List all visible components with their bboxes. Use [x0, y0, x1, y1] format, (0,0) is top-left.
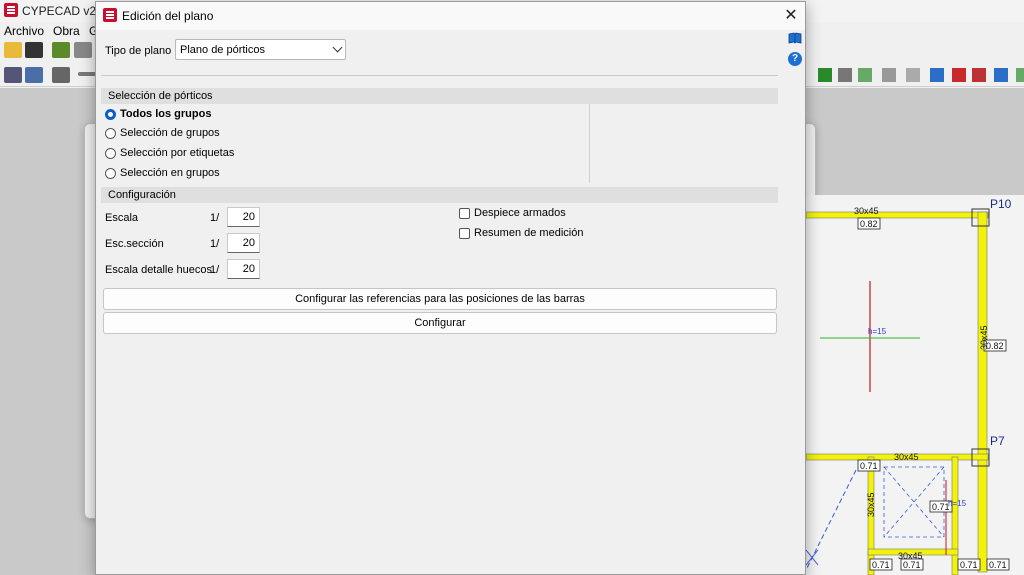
tool-icon: [838, 68, 852, 82]
close-button[interactable]: ✕: [780, 6, 802, 26]
plan-label: 30x45: [894, 452, 919, 462]
divider: [589, 104, 590, 183]
radio-label: Selección de grupos: [120, 127, 220, 139]
plan-label: 0.71: [989, 560, 1007, 570]
esc-seccion-prefix: 1/: [210, 238, 220, 250]
configuracion-heading: Configuración: [101, 187, 778, 203]
dialog-title: Edición del plano: [122, 9, 214, 23]
book-icon[interactable]: [788, 32, 802, 44]
tool-icon: [906, 68, 920, 82]
plan-label: 30x45: [866, 492, 876, 517]
plan-label: h=15: [868, 327, 887, 336]
tool-icon[interactable]: [74, 42, 92, 58]
plan-label: 30x45: [854, 206, 879, 216]
plan-drawing: P10 P7 30x45 0.82 0.82 30x45 0.71 0.71 0…: [806, 195, 1024, 575]
tool-icon: [818, 68, 832, 82]
dialog-titlebar: Edición del plano ✕: [96, 2, 805, 30]
plan-label: 0.71: [903, 560, 921, 570]
plan-label: 0.71: [960, 560, 978, 570]
save-icon[interactable]: [25, 42, 43, 58]
tipo-plano-select[interactable]: Plano de pórticos: [175, 39, 346, 60]
app-logo-icon: [103, 8, 117, 22]
escala-detalle-huecos-input[interactable]: 20: [227, 259, 260, 279]
app-menubar: Archivo Obra G: [0, 22, 100, 40]
tool-icon: [858, 68, 872, 82]
tool-icon[interactable]: [25, 67, 43, 83]
escala-prefix: 1/: [210, 212, 220, 224]
app-logo-icon: [4, 3, 18, 17]
tool-icon[interactable]: [4, 67, 22, 83]
open-folder-icon[interactable]: [4, 42, 22, 58]
plan-label: 0.82: [860, 219, 878, 229]
tool-icon: [1016, 68, 1024, 82]
checkbox[interactable]: [459, 228, 470, 239]
configurar-button[interactable]: Configurar: [103, 312, 777, 334]
edicion-plano-dialog: Edición del plano ✕ ? Tipo de plano Plan…: [95, 1, 806, 575]
tool-icon: [930, 68, 944, 82]
tool-icon: [972, 68, 986, 82]
escala-detalle-huecos-label: Escala detalle huecos: [105, 264, 213, 276]
radio-button[interactable]: [105, 128, 116, 139]
escala-detalle-huecos-prefix: 1/: [210, 264, 220, 276]
checkbox[interactable]: [459, 208, 470, 219]
esc-seccion-label: Esc.sección: [105, 238, 164, 250]
plan-label: 0.71: [872, 560, 890, 570]
tipo-plano-label: Tipo de plano: [105, 45, 172, 57]
radio-label: Todos los grupos: [120, 108, 212, 120]
right-toolbar: [818, 68, 1024, 82]
tool-icon: [882, 68, 896, 82]
radio-label: Selección en grupos: [120, 167, 220, 179]
radio-label: Selección por etiquetas: [120, 147, 235, 159]
checkbox-label: Resumen de medición: [474, 227, 584, 239]
plan-label: 30x45: [979, 325, 989, 350]
menu-archivo[interactable]: Archivo: [4, 24, 44, 38]
line-icon[interactable]: [78, 72, 96, 76]
checkbox-label: Despiece armados: [474, 207, 566, 219]
radio-button[interactable]: [105, 109, 116, 120]
configurar-referencias-button[interactable]: Configurar las referencias para las posi…: [103, 288, 777, 310]
plan-label: 0.71: [932, 502, 950, 512]
plan-label: 0.71: [860, 461, 878, 471]
tipo-plano-value: Plano de pórticos: [180, 44, 265, 56]
plan-label: P10: [990, 197, 1012, 211]
plan-label: 30x45: [898, 551, 923, 561]
escala-input[interactable]: 20: [227, 207, 260, 227]
tool-icon: [952, 68, 966, 82]
tool-icon[interactable]: [52, 42, 70, 58]
tool-icon: [994, 68, 1008, 82]
esc-seccion-input[interactable]: 20: [227, 233, 260, 253]
menu-obra[interactable]: Obra: [53, 24, 80, 38]
radio-button[interactable]: [105, 148, 116, 159]
stairs-icon[interactable]: [52, 67, 70, 83]
plan-label: h=15: [948, 499, 967, 508]
escala-label: Escala: [105, 212, 139, 224]
divider: [101, 75, 778, 76]
plan-label: P7: [990, 434, 1005, 448]
seleccion-porticos-heading: Selección de pórticos: [101, 88, 778, 104]
chevron-down-icon: [332, 42, 343, 53]
help-icon[interactable]: ?: [788, 52, 802, 66]
radio-button[interactable]: [105, 168, 116, 179]
